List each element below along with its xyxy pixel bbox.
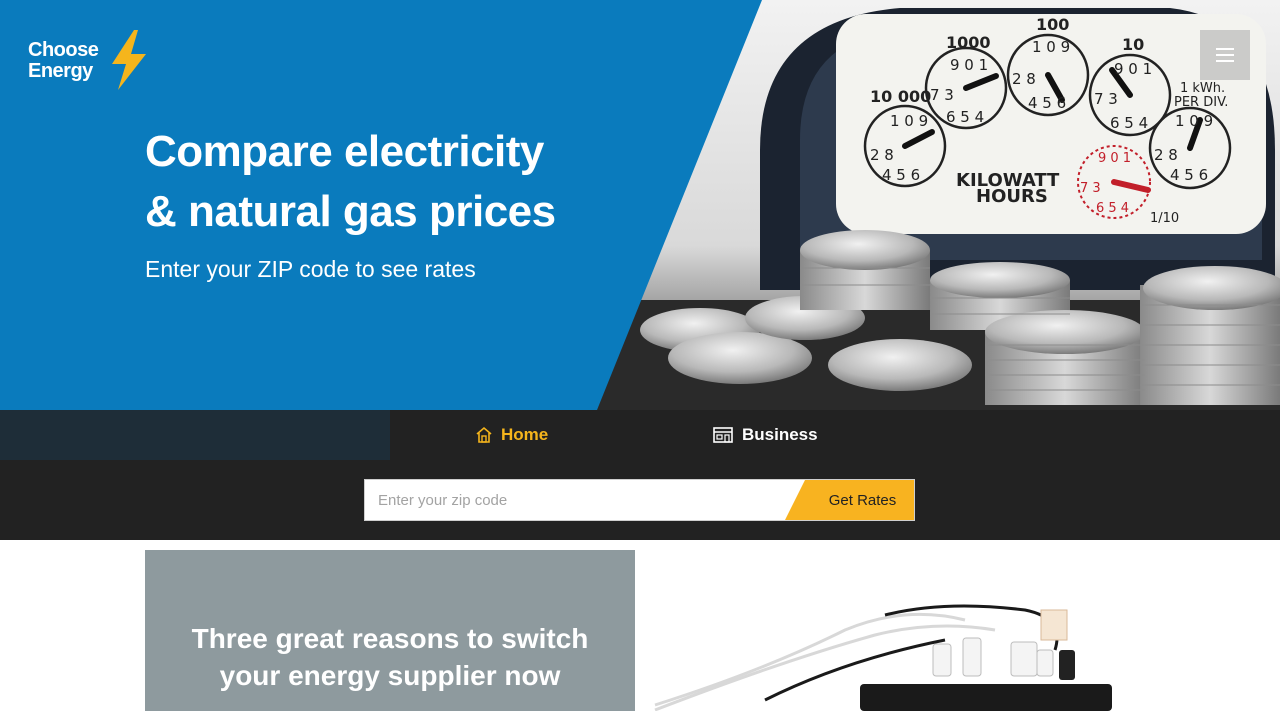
menu-button[interactable] — [1200, 30, 1250, 80]
tab-business[interactable]: Business — [712, 410, 818, 460]
tab-business-label: Business — [742, 425, 818, 444]
hamburger-icon — [1216, 48, 1234, 62]
power-strip-photo — [654, 604, 1112, 711]
zip-search-bar: Get Rates — [0, 460, 1280, 540]
hero-subhead: Enter your ZIP code to see rates — [145, 256, 476, 282]
tabbar-left-panel — [0, 410, 390, 460]
house-icon — [476, 426, 492, 443]
hero-headline: Compare electricity & natural gas prices — [145, 127, 556, 236]
service-tabs: Home Business — [0, 410, 1280, 460]
storefront-icon — [713, 427, 733, 443]
hero-banner: 1 0 92 84 5 6 9 0 17 36 5 4 1 0 92 84 5 … — [0, 0, 1280, 410]
lightning-bolt-icon — [112, 30, 146, 90]
promo-title: Three great reasons to switch your energ… — [191, 623, 589, 691]
tab-home-label: Home — [501, 425, 549, 444]
logo-wordmark: Choose Energy — [28, 39, 99, 82]
tab-home[interactable]: Home — [475, 410, 548, 460]
promo-card: Three great reasons to switch your energ… — [145, 550, 635, 711]
get-rates-button[interactable]: Get Rates — [785, 480, 914, 520]
zip-form: Get Rates — [364, 479, 915, 521]
choose-energy-logo[interactable]: Choose Energy — [28, 30, 153, 92]
zip-code-input[interactable] — [365, 480, 805, 520]
